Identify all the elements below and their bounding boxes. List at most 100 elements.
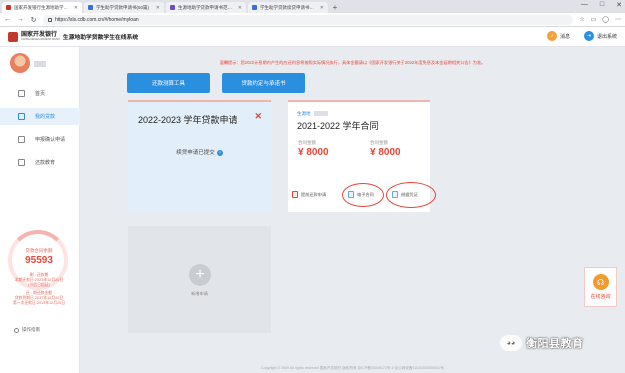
balance-info-line: 还 - 期还款金额 — [25, 291, 53, 295]
red-square-icon — [6, 5, 11, 10]
application-title: 2022-2023 学年贷款申请 — [138, 115, 238, 125]
balance-info-line: 本期还款日:2023年12月20日 — [14, 278, 64, 282]
tab-title: 生源地助学贷款申请书范文150字 - — [178, 4, 235, 10]
sidebar-item-education[interactable]: 还款教育 — [0, 154, 80, 171]
balance-info-line: 剩 - 还款期 — [29, 273, 49, 277]
online-help-label: 在线咨询 — [590, 294, 611, 300]
sidebar: 首页 我的贷款 申报确认申请 还款教育 贷款合同余额 95593 剩 - 还款期… — [0, 47, 80, 373]
repay-icon — [292, 191, 298, 198]
browser-tab[interactable]: 国家开发银行生源地助学贷款学… ✕ — [2, 2, 82, 13]
minimize-button[interactable]: — — [581, 1, 588, 9]
balance-info-line: (节假日顺延) — [28, 283, 50, 287]
user-name-masked — [34, 61, 46, 67]
loan-icon — [18, 113, 25, 120]
refresh-icon[interactable]: ↻ — [30, 16, 37, 24]
purple-page-icon — [170, 5, 175, 10]
lock-icon — [48, 17, 52, 22]
bank-logo: 国家开发银行 CHINA DEVELOPMENT BANK — [21, 32, 60, 41]
browser-tab-bar: 国家开发银行生源地助学贷款学… ✕ 学生助学贷款申请书(50篇) ✕ 生源地助学… — [0, 0, 625, 13]
wechat-icon: ◕◕ — [500, 335, 522, 351]
disbursed-amount-label: 合同金额 — [370, 140, 388, 145]
message-label: 消息 — [559, 33, 570, 40]
status-text: 续贷申请已提交 — [176, 150, 215, 156]
help-guide-link[interactable]: 操作指南 — [14, 327, 40, 333]
browser-tab[interactable]: 学生助学贷款申请书(50篇) ✕ — [84, 2, 164, 13]
balance-info-line: 贷款到期日:2037年12月20日 — [14, 296, 64, 300]
system-title: 生源地助学贷款学生在线系统 — [62, 35, 139, 41]
bell-icon: ♪ — [546, 31, 557, 41]
browser-tab[interactable]: 学生助学贷款续贷申请书（通用15 ✕ — [248, 2, 328, 13]
help-label: 操作指南 — [22, 327, 40, 332]
contract-amount-label: 合同金额 — [298, 140, 316, 145]
disbursed-amount: ¥ 8000 — [370, 147, 401, 158]
loan-agreement-button[interactable]: 贷款约定与承诺书 — [222, 73, 305, 93]
logout-label: 退出系统 — [596, 33, 617, 40]
sidebar-item-label: 申报确认申请 — [35, 137, 66, 143]
headset-icon: ☊ — [592, 274, 609, 290]
balance-amount: 95593 — [25, 255, 53, 266]
address-bar: ← → ↻ https://sls.cdb.com.cn/#/home/mylo… — [0, 13, 625, 27]
url-field[interactable]: https://sls.cdb.com.cn/#/home/myloan — [43, 14, 574, 25]
sidebar-item-label: 首页 — [35, 91, 46, 97]
sidebar-item-home[interactable]: 首页 — [0, 85, 80, 102]
balance-label: 贷款合同余额 — [25, 248, 53, 253]
sidebar-menu: 首页 我的贷款 申报确认申请 还款教育 — [0, 85, 80, 177]
close-tab-icon[interactable]: ✕ — [74, 5, 78, 11]
sidebar-item-confirm[interactable]: 申报确认申请 — [0, 131, 80, 148]
application-status: 续贷申请已提交? — [128, 148, 271, 156]
star-icon[interactable]: ☆ — [579, 16, 584, 23]
profile-icon[interactable]: ◯ — [602, 16, 609, 23]
collections-icon[interactable]: ▭ — [591, 16, 597, 23]
sidebar-item-label: 我的贷款 — [35, 114, 56, 120]
logout-button[interactable]: ⇥ 退出系统 — [583, 31, 617, 41]
highlight-ring — [386, 182, 436, 208]
site-header: 国家开发银行 CHINA DEVELOPMENT BANK 生源地助学贷款学生在… — [0, 27, 625, 47]
contract-amount: ¥ 8000 — [298, 147, 329, 158]
bank-name-en: CHINA DEVELOPMENT BANK — [21, 37, 60, 42]
watermark-text: 衡阳县教育 — [526, 338, 584, 350]
plus-icon: + — [189, 264, 211, 286]
maximize-button[interactable]: □ — [600, 1, 604, 9]
close-tab-icon[interactable]: ✕ — [156, 5, 160, 11]
notice-banner: 温馨提示：您2022计息期内产生的应还利息将按照实际情况执行，具体金额请以《国家… — [219, 60, 486, 65]
contract-title: 2021-2022 学年合同 — [297, 121, 379, 131]
balance-info-line: 第一次还款日:2019年12月20日 — [12, 301, 66, 305]
help-icon — [14, 327, 19, 333]
tab-title: 国家开发银行生源地助学贷款学… — [14, 4, 71, 10]
more-icon[interactable]: ⋯ — [615, 16, 621, 23]
blue-page-icon — [252, 5, 257, 10]
forward-icon[interactable]: → — [17, 16, 24, 23]
blue-page-icon — [88, 5, 93, 10]
close-tab-icon[interactable]: ✕ — [320, 5, 324, 11]
close-window-button[interactable]: ✕ — [616, 1, 622, 9]
new-application-card[interactable]: + 新增申请 — [128, 226, 271, 333]
home-icon — [18, 90, 25, 97]
action-label: 提前还款申请 — [301, 191, 327, 197]
contract-type-tag: 生源地 — [297, 111, 311, 116]
confirm-icon — [18, 136, 25, 143]
watermark: ◕◕ 衡阳县教育 — [500, 335, 584, 351]
close-tab-icon[interactable]: ✕ — [238, 5, 242, 11]
browser-tab[interactable]: 生源地助学贷款申请书范文150字 - ✕ — [166, 2, 246, 13]
tab-title: 学生助学贷款申请书(50篇) — [96, 4, 150, 10]
message-button[interactable]: ♪ 消息 — [546, 31, 570, 41]
back-icon[interactable]: ← — [4, 16, 11, 23]
question-icon[interactable]: ? — [216, 150, 223, 156]
new-application-label: 新增申请 — [191, 291, 208, 296]
online-help-widget[interactable]: ☊ 在线咨询 — [584, 267, 617, 307]
edit-icon — [18, 159, 25, 166]
header-actions: ♪ 消息 ⇥ 退出系统 — [546, 31, 617, 41]
early-repayment-action[interactable]: 提前还款申请 — [292, 191, 326, 198]
contract-number-masked — [314, 111, 328, 116]
avatar[interactable] — [10, 53, 30, 73]
close-icon[interactable]: ✕ — [254, 111, 262, 122]
sidebar-item-my-loan[interactable]: 我的贷款 — [0, 108, 80, 125]
footer-copyright: Copyright © 2009 All rights reserved 国家开… — [261, 366, 444, 370]
highlight-ring — [342, 183, 384, 207]
bank-logo-icon — [8, 31, 18, 42]
repayment-calculator-button[interactable]: 还款测算工具 — [127, 73, 210, 93]
url-text: https://sls.cdb.com.cn/#/home/myloan — [55, 16, 139, 23]
window-controls: — □ ✕ — [581, 1, 622, 9]
loan-application-card[interactable]: 2022-2023 学年贷款申请 ✕ 续贷申请已提交? — [128, 100, 271, 212]
new-tab-button[interactable]: + — [330, 2, 340, 13]
